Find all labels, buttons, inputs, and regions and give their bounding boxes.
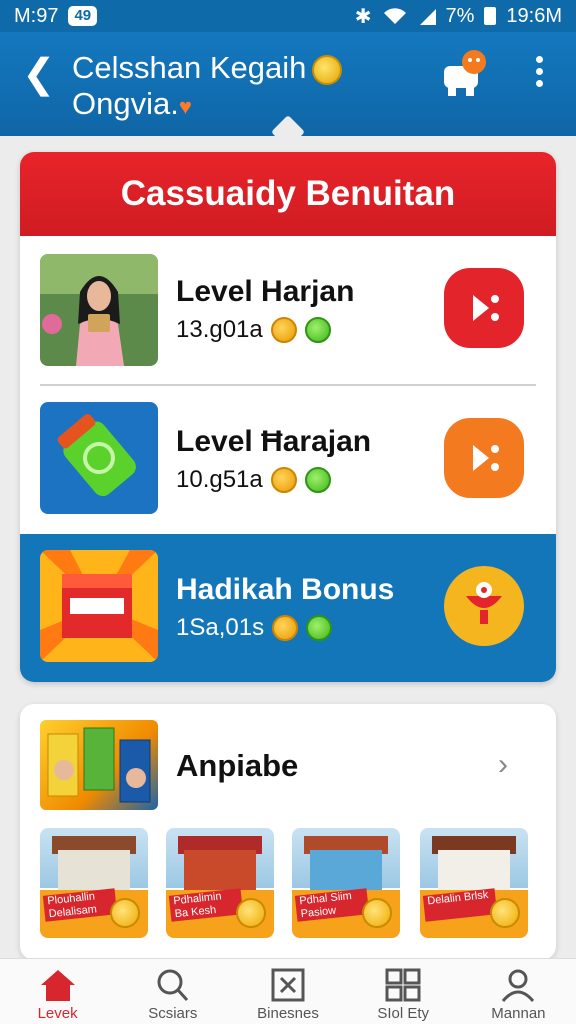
status-time: M:97 — [14, 4, 59, 27]
house-tile[interactable]: Pdhalimin Ba Kesh — [166, 828, 274, 938]
nav-label: Levek — [37, 1005, 78, 1022]
nav-item-business[interactable]: Binesnes — [230, 959, 345, 1024]
home-icon — [40, 970, 75, 1001]
rewards-card: Cassuaidy Benuitan Level Harjan 13.g01a — [20, 152, 556, 682]
status-clock: 19:6M — [506, 4, 562, 27]
item-info: Level Ħarajan 10.g51a — [176, 424, 371, 494]
mascot-icon[interactable] — [440, 48, 490, 98]
bottom-nav: Levek Scsiars Binesnes SIol Ety Mannan — [0, 958, 576, 1024]
nav-item-profile[interactable]: Mannan — [461, 959, 576, 1024]
signal-icon — [419, 9, 436, 25]
play-button[interactable] — [444, 418, 524, 498]
play-button[interactable] — [444, 268, 524, 348]
item-value: 10.g51a — [176, 466, 263, 493]
gem-icon — [304, 467, 331, 493]
profile-icon — [502, 969, 535, 1002]
battery-icon — [484, 7, 497, 25]
list-item[interactable]: Level Ħarajan 10.g51a — [20, 386, 556, 534]
bonus-button[interactable] — [444, 566, 524, 646]
item-value-row: 1Sa,01s — [176, 614, 394, 642]
gift-box-thumbnail — [40, 550, 158, 662]
item-value-row: 13.g01a — [176, 316, 354, 344]
list-item[interactable]: Level Harjan 13.g01a — [20, 236, 556, 384]
coin-icon — [312, 54, 343, 85]
coin-icon — [270, 467, 297, 493]
play-icon — [473, 445, 499, 471]
item-value: 13.g01a — [176, 316, 263, 343]
status-indicators: ✱ 7% 19:6M — [355, 4, 562, 29]
status-bar: M:97 49 ✱ 7% 19:6M — [0, 0, 576, 32]
play-icon — [473, 295, 499, 321]
coin-icon — [272, 615, 299, 641]
gem-icon — [304, 317, 331, 343]
item-name: Level Harjan — [176, 275, 355, 308]
title-line-1: Celsshan Kegaih — [72, 50, 307, 85]
featured-section: Anpiabe › Plouhallin Delalisam Pdhalimin… — [20, 704, 556, 960]
item-value: 1Sa,01s — [176, 614, 265, 641]
business-icon — [271, 968, 305, 1002]
item-name: Level Ħarajan — [176, 425, 372, 458]
search-icon — [157, 969, 188, 1002]
coin-icon — [236, 898, 266, 928]
nav-label: Scsiars — [148, 1005, 198, 1022]
rewards-banner: Cassuaidy Benuitan — [20, 152, 556, 236]
battery-percent: 7% — [445, 4, 475, 27]
item-name: Hadikah Bonus — [176, 573, 395, 606]
house-tile[interactable]: Delalin Brlsk — [420, 828, 528, 938]
more-options-icon[interactable] — [528, 52, 550, 96]
lamp-icon — [466, 582, 502, 624]
avatar — [40, 254, 158, 366]
coin-icon — [110, 898, 140, 928]
promo-thumbnail[interactable] — [40, 720, 158, 810]
nav-item-search[interactable]: Scsiars — [115, 959, 230, 1024]
potion-thumbnail — [40, 402, 158, 514]
page-title: Celsshan Kegaih Ongvia.♥ — [72, 50, 343, 125]
nav-item-grid[interactable]: SIol Ety — [346, 959, 461, 1024]
heart-icon: ♥ — [178, 94, 192, 119]
bluetooth-icon: ✱ — [354, 5, 372, 28]
nav-label: Mannan — [491, 1005, 546, 1022]
nav-label: SIol Ety — [377, 1005, 430, 1022]
item-value-row: 10.g51a — [176, 466, 371, 494]
coin-icon — [362, 898, 392, 928]
house-tile[interactable]: Pdhal Siim Pasiow — [292, 828, 400, 938]
coin-icon — [490, 898, 520, 928]
house-tile[interactable]: Plouhallin Delalisam — [40, 828, 148, 938]
grid-icon — [385, 968, 421, 1002]
nav-label: Binesnes — [257, 1005, 319, 1022]
notification-badge: 49 — [68, 6, 98, 26]
nav-item-home[interactable]: Levek — [0, 959, 115, 1024]
back-icon[interactable]: ❮ — [22, 54, 56, 94]
chevron-right-icon[interactable]: › — [498, 748, 508, 782]
title-line-2: Ongvia. — [72, 86, 179, 121]
list-item-bonus[interactable]: Hadikah Bonus 1Sa,01s — [20, 534, 556, 682]
item-info: Hadikah Bonus 1Sa,01s — [176, 572, 394, 642]
coin-icon — [270, 317, 297, 343]
item-info: Level Harjan 13.g01a — [176, 274, 354, 344]
wifi-icon — [383, 8, 406, 24]
section-heading: Anpiabe — [176, 748, 299, 783]
gem-icon — [306, 615, 333, 641]
